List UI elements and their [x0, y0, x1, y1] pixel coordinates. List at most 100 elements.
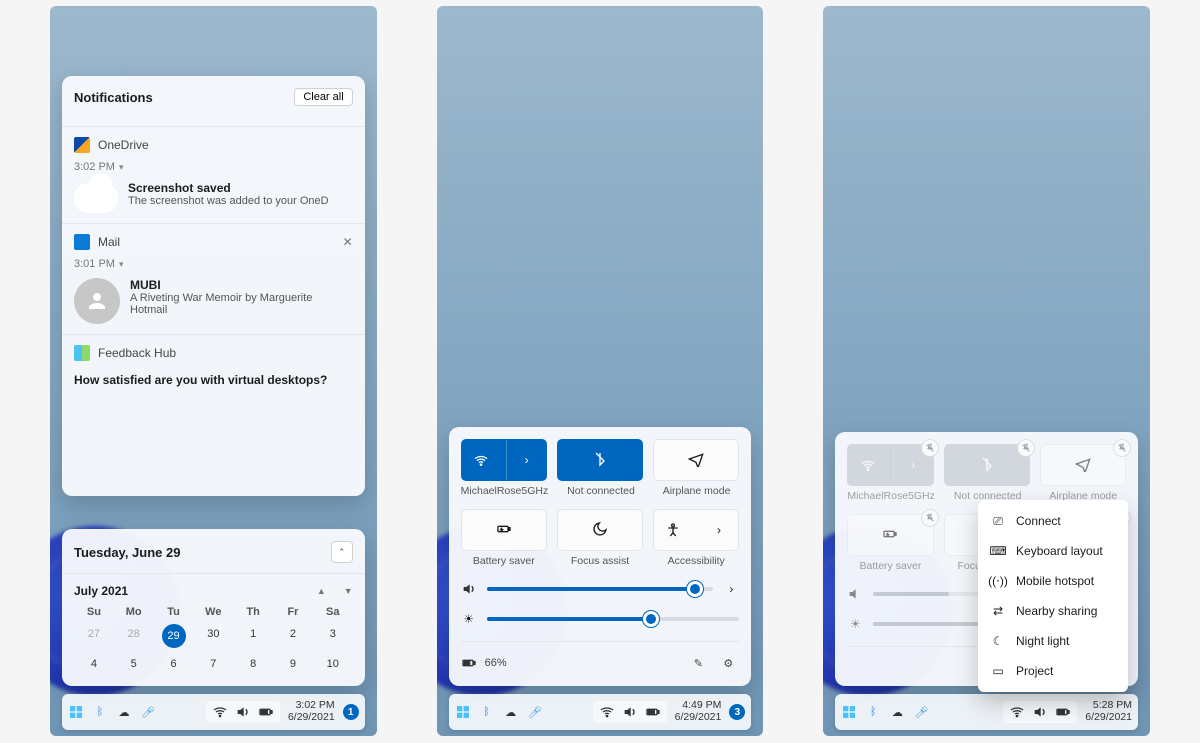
mail-from: MUBI	[130, 278, 312, 292]
notification-body[interactable]: Screenshot saved The screenshot was adde…	[74, 181, 353, 213]
taskbar: ᛒ ☁ 🎤︎ 4:49 PM 6/29/2021 3	[449, 694, 752, 730]
calendar-month-label[interactable]: July 2021	[74, 584, 128, 598]
qs-tile-grid: ›	[847, 444, 1126, 486]
system-tray[interactable]	[206, 701, 280, 723]
qs-tile-access[interactable]: ›	[653, 509, 739, 551]
collapse-calendar-button[interactable]: ⌃	[331, 541, 353, 563]
start-icon[interactable]	[841, 704, 857, 720]
clear-all-button[interactable]: Clear all	[294, 88, 352, 106]
menu-label: Connect	[1016, 514, 1061, 528]
clock-date: 6/29/2021	[675, 712, 722, 724]
ctx-item-mobile-hotspot[interactable]: ((⋅))Mobile hotspot	[978, 566, 1128, 596]
system-tray[interactable]	[593, 701, 667, 723]
calendar-day[interactable]: 7	[193, 654, 233, 674]
qs-tile-battery[interactable]	[461, 509, 547, 551]
calendar-day[interactable]: 4	[74, 654, 114, 674]
calendar-day[interactable]: 6	[154, 654, 194, 674]
ctx-item-connect[interactable]: ⎚Connect	[978, 506, 1128, 536]
qs-tile-wifi[interactable]: ›	[847, 444, 933, 486]
notification-app-mail[interactable]: Mail ✕	[74, 234, 353, 250]
mic-icon[interactable]: 🎤︎	[527, 704, 543, 720]
start-icon[interactable]	[68, 704, 84, 720]
onedrive-tray-icon[interactable]: ☁	[116, 704, 132, 720]
notification-app-onedrive[interactable]: OneDrive	[74, 137, 353, 153]
access-icon	[654, 510, 693, 550]
calendar-day[interactable]: 27	[74, 624, 114, 648]
brightness-slider[interactable]	[487, 617, 740, 621]
unpin-icon[interactable]	[1113, 439, 1131, 457]
taskbar-clock[interactable]: 3:02 PM 6/29/2021	[288, 700, 335, 723]
qs-tile-airplane[interactable]	[653, 439, 739, 481]
next-month-button[interactable]: ▼	[344, 586, 353, 596]
qs-tile-bt[interactable]	[557, 439, 643, 481]
qs-tile-battery[interactable]	[847, 514, 933, 556]
menu-label: Project	[1016, 664, 1053, 678]
chevron-right-icon[interactable]: ›	[699, 510, 739, 550]
calendar-day[interactable]: 10	[313, 654, 353, 674]
calendar-day[interactable]: 5	[114, 654, 154, 674]
dismiss-notification-button[interactable]: ✕	[343, 235, 353, 249]
qs-tile-bt[interactable]	[944, 444, 1030, 486]
notification-body[interactable]: MUBI A Riveting War Memoir by Marguerite…	[74, 278, 353, 324]
menu-icon: ☾	[990, 633, 1006, 649]
unpin-icon[interactable]	[921, 439, 939, 457]
notification-app-feedbackhub[interactable]: Feedback Hub	[74, 345, 353, 361]
calendar-day[interactable]: 1	[233, 624, 273, 648]
focus-icon	[592, 521, 608, 540]
quick-settings-panel-edit: › MichaelRose5GHzNot connectedAirplane m…	[835, 432, 1138, 686]
calendar-day[interactable]: 3	[313, 624, 353, 648]
onedrive-tray-icon[interactable]: ☁	[889, 704, 905, 720]
volume-icon	[461, 581, 477, 597]
volume-icon	[847, 586, 863, 602]
chevron-down-icon[interactable]: ▾	[119, 259, 124, 270]
sender-avatar	[74, 278, 120, 324]
cloud-icon	[74, 183, 118, 213]
calendar-day[interactable]: 30	[193, 624, 233, 648]
notification-badge[interactable]: 1	[343, 704, 359, 720]
battery-percent: 66%	[485, 657, 507, 669]
unpin-icon[interactable]	[921, 509, 939, 527]
qs-labels-row: Battery saverFocus assistAccessibility	[461, 551, 740, 567]
calendar-day[interactable]: 9	[273, 654, 313, 674]
chevron-down-icon[interactable]: ▾	[119, 162, 124, 173]
wifi-icon	[848, 445, 887, 485]
volume-slider[interactable]	[487, 587, 714, 591]
taskbar-clock[interactable]: 5:28 PM 6/29/2021	[1085, 700, 1132, 723]
qs-tile-label: Focus assist	[557, 555, 643, 567]
calendar-day[interactable]: 29	[162, 624, 186, 648]
mail-sub: A Riveting War Memoir by Marguerite	[130, 292, 312, 304]
ctx-item-keyboard-layout[interactable]: ⌨Keyboard layout	[978, 536, 1128, 566]
bluetooth-icon[interactable]: ᛒ	[865, 704, 881, 720]
system-tray[interactable]	[1003, 701, 1077, 723]
output-chevron-icon[interactable]: ›	[723, 581, 739, 597]
qs-tile-focus[interactable]	[557, 509, 643, 551]
ctx-item-nearby-sharing[interactable]: ⇄Nearby sharing	[978, 596, 1128, 626]
settings-button[interactable]: ⚙	[717, 652, 739, 674]
bluetooth-icon[interactable]: ᛒ	[479, 704, 495, 720]
add-context-menu: ⎚Connect⌨Keyboard layout((⋅))Mobile hots…	[978, 500, 1128, 692]
mic-icon[interactable]: 🎤︎	[913, 704, 929, 720]
battery-icon	[461, 655, 477, 671]
notification-badge[interactable]: 3	[729, 704, 745, 720]
calendar-day[interactable]: 2	[273, 624, 313, 648]
battery-icon	[258, 704, 274, 720]
onedrive-tray-icon[interactable]: ☁	[503, 704, 519, 720]
calendar-day[interactable]: 28	[114, 624, 154, 648]
mic-icon[interactable]: 🎤︎	[140, 704, 156, 720]
feedback-question: How satisfied are you with virtual deskt…	[74, 373, 353, 387]
bluetooth-icon[interactable]: ᛒ	[92, 704, 108, 720]
calendar-day[interactable]: 8	[233, 654, 273, 674]
edit-qs-button[interactable]: ✎	[687, 652, 709, 674]
qs-tile-grid: ›	[461, 509, 740, 551]
chevron-right-icon[interactable]: ›	[506, 440, 546, 480]
volume-slider-row: ›	[461, 581, 740, 597]
qs-tile-wifi[interactable]: ›	[461, 439, 547, 481]
prev-month-button[interactable]: ▲	[317, 586, 326, 596]
qs-tile-airplane[interactable]	[1040, 444, 1126, 486]
start-icon[interactable]	[455, 704, 471, 720]
unpin-icon[interactable]	[1017, 439, 1035, 457]
ctx-item-night-light[interactable]: ☾Night light	[978, 626, 1128, 656]
ctx-item-project[interactable]: ▭Project	[978, 656, 1128, 686]
taskbar-clock[interactable]: 4:49 PM 6/29/2021	[675, 700, 722, 723]
bt-icon	[979, 456, 995, 475]
